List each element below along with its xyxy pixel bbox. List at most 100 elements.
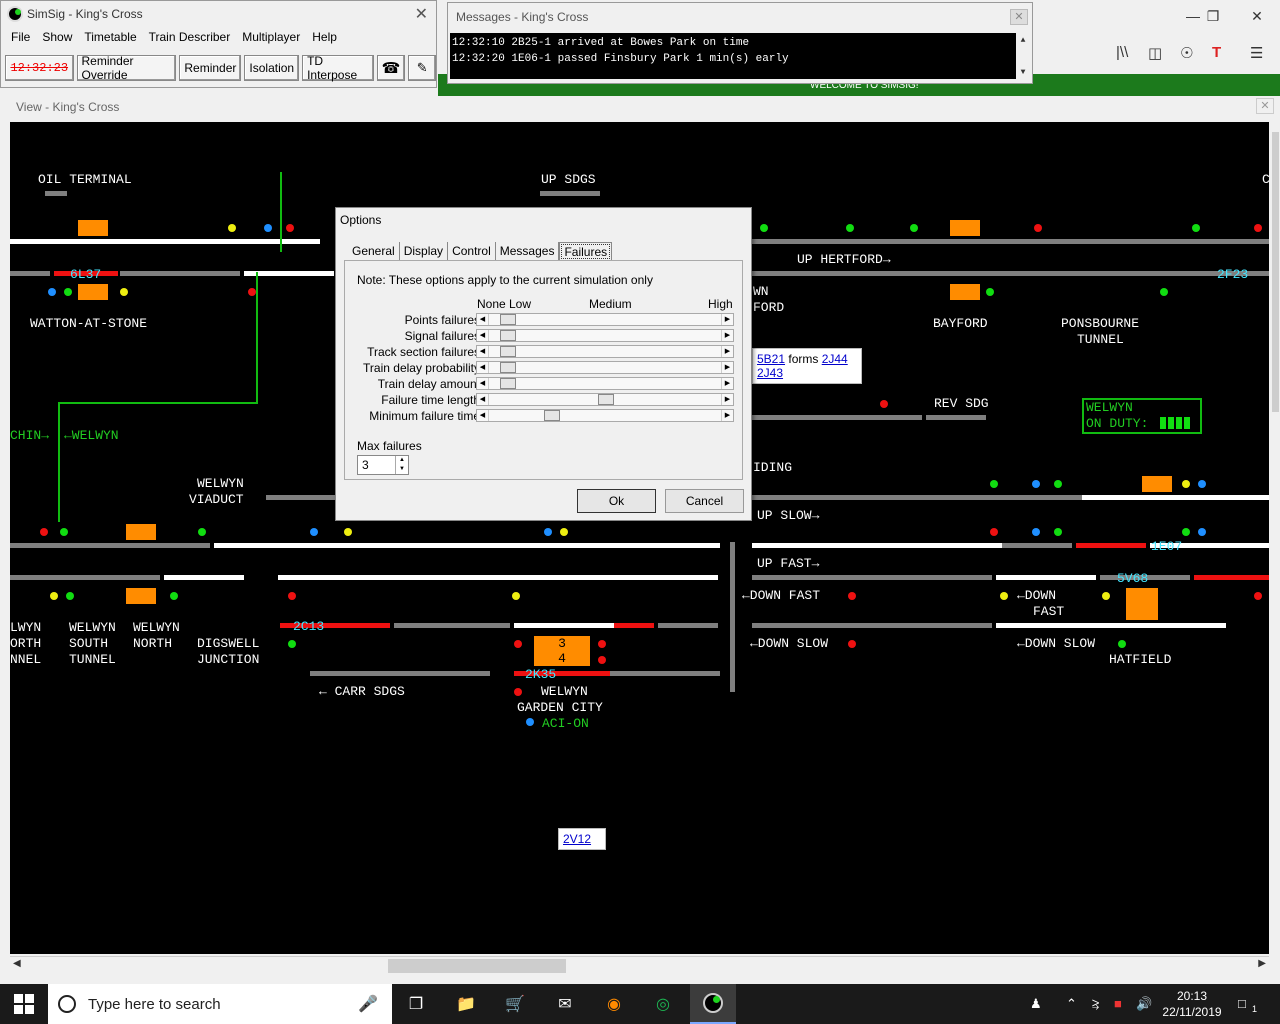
slider-left-icon[interactable]: ◀	[477, 346, 489, 357]
system-clock[interactable]: 20:13 22/11/2019	[1162, 988, 1222, 1020]
microphone-icon[interactable]: 🎤	[358, 994, 378, 1014]
signal-aspect[interactable]	[1160, 288, 1168, 296]
notification-icon[interactable]: □	[1238, 996, 1246, 1011]
signal-aspect[interactable]	[40, 528, 48, 536]
signal-aspect[interactable]	[846, 224, 854, 232]
signal-aspect[interactable]	[64, 288, 72, 296]
close-icon[interactable]: ✕	[1010, 9, 1028, 25]
signal-aspect[interactable]	[120, 288, 128, 296]
hamburger-menu-icon[interactable]: ☰	[1250, 44, 1263, 62]
train-berth[interactable]	[126, 588, 156, 604]
train-berth[interactable]	[1142, 476, 1172, 492]
train-headcode[interactable]: 2F23	[1217, 268, 1248, 282]
track-section[interactable]	[752, 575, 992, 580]
track-section[interactable]	[1194, 575, 1269, 580]
failure-slider[interactable]: ◀ ▶	[476, 377, 734, 390]
train-headcode[interactable]: 5V68	[1117, 572, 1148, 586]
signal-aspect[interactable]	[248, 288, 256, 296]
writer-icon[interactable]: ✎	[408, 55, 437, 81]
signal-aspect[interactable]	[264, 224, 272, 232]
track-section[interactable]	[278, 575, 718, 580]
track-section[interactable]	[1076, 543, 1146, 548]
scroll-left-icon[interactable]: ◀	[13, 958, 21, 969]
slider-right-icon[interactable]: ▶	[721, 330, 733, 341]
wifi-icon[interactable]: ⥸	[1092, 996, 1099, 1012]
slider-thumb[interactable]	[499, 314, 516, 325]
signal-aspect[interactable]	[60, 528, 68, 536]
track-section[interactable]	[1082, 495, 1269, 500]
close-icon[interactable]: ✕	[415, 4, 428, 24]
track-section[interactable]	[540, 191, 600, 196]
scroll-right-icon[interactable]: ▶	[1258, 958, 1266, 969]
tab-general[interactable]: General	[348, 242, 400, 261]
track-section[interactable]	[10, 575, 160, 580]
track-section[interactable]	[658, 623, 718, 628]
td-interpose-button[interactable]: TD Interpose	[302, 54, 374, 82]
signal-aspect[interactable]	[1118, 640, 1126, 648]
signal-aspect[interactable]	[544, 528, 552, 536]
track-section[interactable]	[10, 543, 210, 548]
tab-display[interactable]: Display	[400, 242, 449, 261]
vertical-scrollbar[interactable]	[1271, 122, 1280, 980]
train-headcode[interactable]: 1E07	[1151, 540, 1182, 554]
tab-failures[interactable]: Failures	[559, 242, 613, 261]
reminder-button[interactable]: Reminder	[179, 55, 242, 81]
failure-slider[interactable]: ◀ ▶	[476, 393, 734, 406]
slider-left-icon[interactable]: ◀	[477, 410, 489, 421]
track-section[interactable]	[752, 495, 1082, 500]
slider-thumb[interactable]	[598, 394, 614, 405]
signal-aspect[interactable]	[50, 592, 58, 600]
train-headcode[interactable]: 6L37	[70, 268, 101, 282]
slider-left-icon[interactable]: ◀	[477, 378, 489, 389]
signal-aspect[interactable]	[66, 592, 74, 600]
slider-left-icon[interactable]: ◀	[477, 362, 489, 373]
signal-aspect[interactable]	[1192, 224, 1200, 232]
track-section[interactable]	[10, 271, 50, 276]
platform-berth[interactable]: 3 4	[534, 636, 590, 666]
slider-right-icon[interactable]: ▶	[721, 394, 733, 405]
chevron-up-icon[interactable]: ⌃	[1066, 996, 1077, 1012]
train-berth[interactable]	[78, 220, 108, 236]
failure-slider[interactable]: ◀ ▶	[476, 409, 734, 422]
volume-icon[interactable]: 🔊	[1136, 996, 1152, 1012]
train-berth[interactable]	[126, 524, 156, 540]
track-section[interactable]	[310, 671, 490, 676]
signal-aspect[interactable]	[512, 592, 520, 600]
train-berth[interactable]	[1126, 588, 1158, 620]
signal-aspect[interactable]	[198, 528, 206, 536]
messages-log[interactable]: 12:32:10 2B25-1 arrived at Bowes Park on…	[450, 33, 1030, 79]
signal-aspect[interactable]	[288, 592, 296, 600]
antivirus-icon[interactable]: ■	[1114, 996, 1122, 1011]
track-section[interactable]	[752, 623, 992, 628]
headcode-link[interactable]: 2J43	[757, 366, 783, 380]
store-icon[interactable]: 🛒	[501, 990, 529, 1018]
train-berth[interactable]	[950, 284, 980, 300]
signal-aspect[interactable]	[1198, 528, 1206, 536]
people-icon[interactable]: ♟	[1030, 996, 1042, 1012]
track-section[interactable]	[10, 239, 320, 244]
signal-aspect[interactable]	[310, 528, 318, 536]
taskbar-search[interactable]: Type here to search 🎤	[48, 984, 392, 1024]
signal-aspect[interactable]	[1034, 224, 1042, 232]
signal-aspect[interactable]	[1000, 592, 1008, 600]
track-section[interactable]	[214, 543, 720, 548]
file-explorer-icon[interactable]: 📁	[452, 990, 480, 1018]
signal-aspect[interactable]	[760, 224, 768, 232]
signal-aspect[interactable]	[228, 224, 236, 232]
ok-button[interactable]: Ok	[577, 489, 656, 513]
signal-aspect[interactable]	[848, 640, 856, 648]
firefox-icon[interactable]: ◉	[600, 990, 628, 1018]
track-section[interactable]	[926, 415, 986, 420]
isolation-button[interactable]: Isolation	[244, 55, 300, 81]
train-headcode[interactable]: 2C13	[293, 620, 324, 634]
signal-aspect[interactable]	[598, 656, 606, 664]
headcode-link[interactable]: 5B21	[757, 352, 785, 366]
signal-aspect[interactable]	[990, 528, 998, 536]
failure-slider[interactable]: ◀ ▶	[476, 361, 734, 374]
signal-aspect[interactable]	[848, 592, 856, 600]
tab-control[interactable]: Control	[448, 242, 496, 261]
horizontal-scrollbar[interactable]: ◀ ▶	[10, 956, 1269, 974]
slider-thumb[interactable]	[499, 378, 516, 389]
signal-aspect[interactable]	[1182, 480, 1190, 488]
signal-aspect[interactable]	[1054, 528, 1062, 536]
